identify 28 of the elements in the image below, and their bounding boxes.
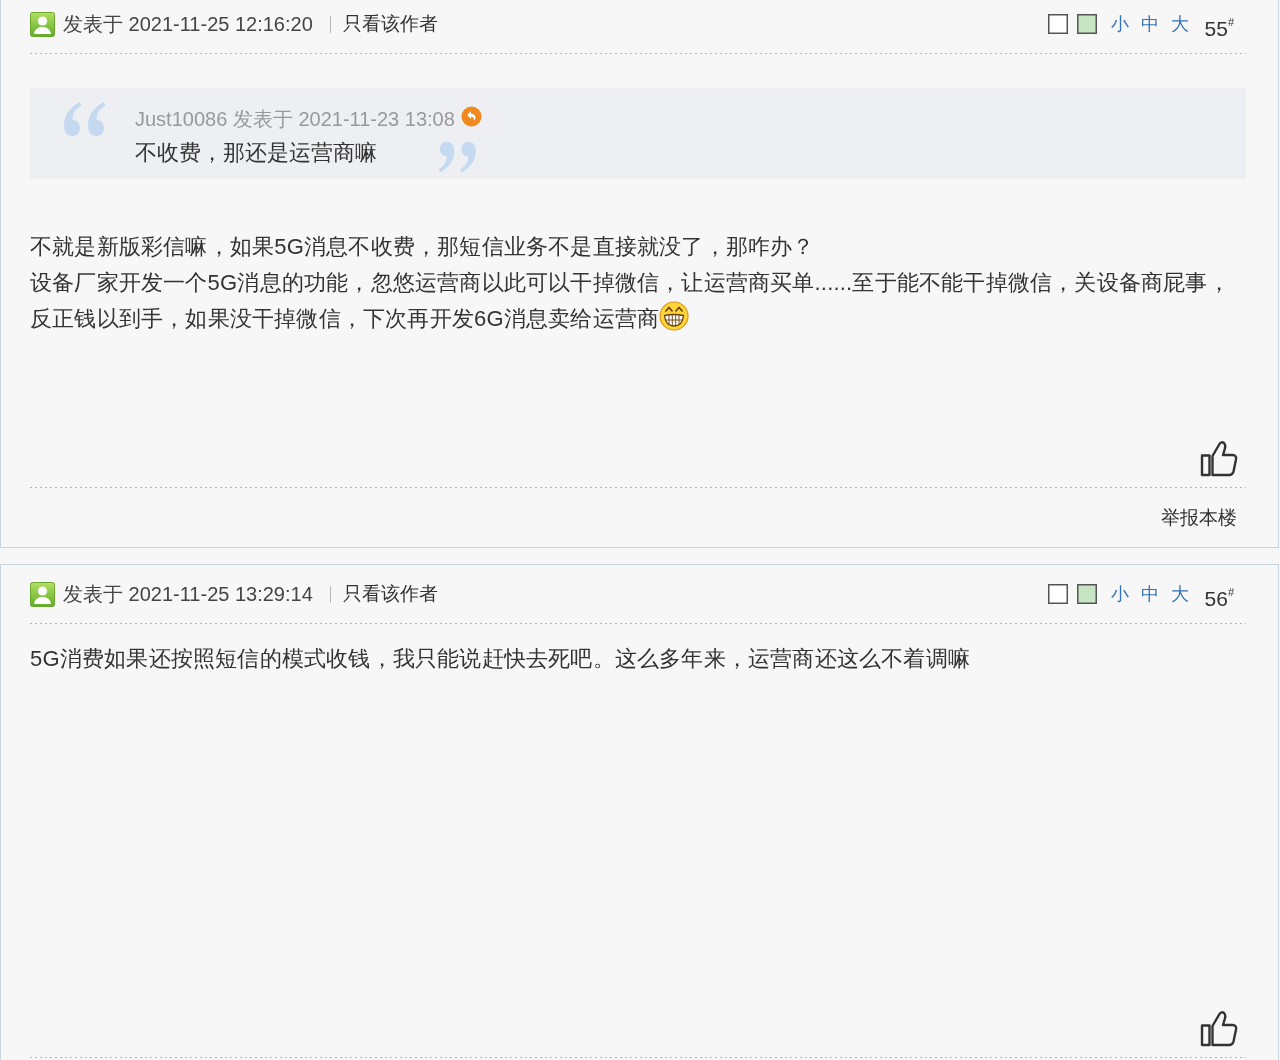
quote-author: Just10086 发表于 2021-11-23 13:08 — [135, 107, 455, 132]
thumbs-up-icon[interactable] — [1200, 440, 1238, 477]
font-size-link[interactable]: 小 — [1110, 12, 1129, 36]
quote-open-icon — [62, 100, 108, 138]
font-size-link[interactable]: 中 — [1140, 12, 1159, 36]
swatch-icon[interactable] — [1047, 14, 1068, 34]
post-time: 发表于 2021-11-25 12:16:20 — [63, 11, 313, 37]
floor-number: 56$^{#}$ — [1204, 585, 1234, 611]
font-size-link[interactable]: 大 — [1170, 582, 1189, 606]
post-text: 反正钱以到手，如果没干掉微信，下次再开发6G消息卖给运营商 — [30, 305, 660, 333]
swatch-icon[interactable] — [1076, 14, 1097, 34]
author-only-link[interactable]: 只看该作者 — [342, 11, 438, 37]
font-size-link[interactable]: 大 — [1170, 12, 1189, 36]
post-text: 5G消费如果还按照短信的模式收钱，我只能说赶快去死吧。这么多年来，运营商还这么不着调嘛 — [30, 645, 970, 673]
floor-number: 55$^{#}$ — [1204, 15, 1234, 41]
thumbs-up-icon[interactable] — [1200, 1010, 1238, 1047]
post-time: 发表于 2021-11-25 13:29:14 — [63, 581, 313, 607]
report-link[interactable]: 举报本楼 — [1161, 504, 1237, 531]
swatch-icon[interactable] — [1076, 584, 1097, 604]
author-only-link[interactable]: 只看该作者 — [342, 581, 438, 607]
font-size-link[interactable]: 小 — [1110, 582, 1129, 606]
post-text: 设备厂家开发一个5G消息的功能，忽悠运营商以此可以干掉微信，让运营商买单......至于能不能干掉微信，关设备商屁事， — [30, 269, 1230, 297]
user-icon — [30, 11, 55, 37]
font-size-link[interactable]: 中 — [1140, 582, 1159, 606]
quote-text: 不收费，那还是运营商嘛 — [135, 138, 377, 167]
post-text: 不就是新版彩信嘛，如果5G消息不收费，那短信业务不是直接就没了，那咋办？ — [30, 233, 815, 261]
user-icon — [30, 581, 55, 607]
swatch-icon[interactable] — [1047, 584, 1068, 604]
